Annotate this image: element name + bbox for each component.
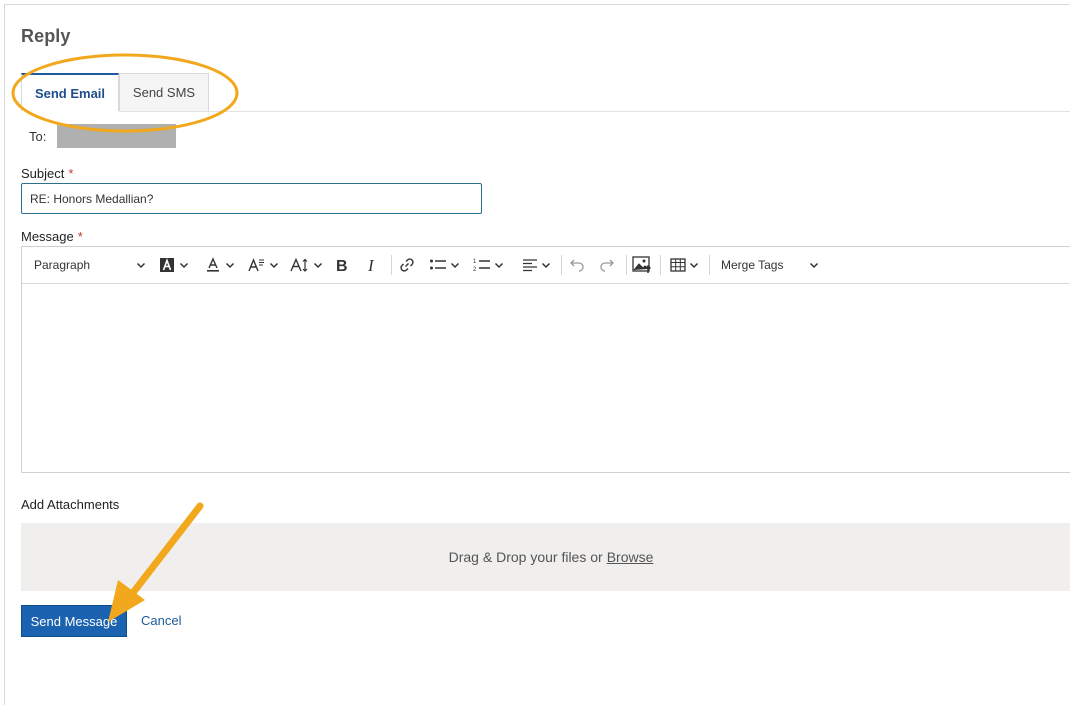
font-family-icon	[248, 258, 264, 272]
tab-bar: Send Email Send SMS	[21, 73, 209, 111]
table-button[interactable]	[670, 247, 699, 283]
font-color-icon	[207, 257, 219, 272]
page-title: Reply	[21, 26, 71, 46]
chevron-down-icon	[809, 262, 819, 269]
align-icon	[523, 259, 537, 272]
font-family-button[interactable]	[247, 247, 279, 283]
redo-button[interactable]	[599, 247, 615, 283]
toolbar-separator	[709, 255, 710, 275]
align-button[interactable]	[522, 247, 551, 283]
bold-icon: B	[336, 258, 348, 273]
chevron-down-icon	[450, 262, 460, 269]
subject-label: Subject *	[21, 166, 73, 181]
merge-tags-label: Merge Tags	[721, 258, 784, 272]
svg-text:B: B	[336, 258, 348, 273]
subject-input[interactable]	[21, 183, 482, 214]
link-icon	[400, 258, 414, 272]
message-body[interactable]	[22, 284, 1070, 473]
required-marker: *	[68, 166, 74, 181]
chevron-down-icon	[136, 262, 146, 269]
toolbar-separator	[391, 255, 392, 275]
tab-divider	[119, 111, 1070, 112]
redo-icon	[600, 259, 614, 272]
rich-text-editor: Paragraph B I 1 2 Merge Tags	[21, 246, 1070, 473]
attachments-label: Add Attachments	[21, 497, 120, 512]
browse-link[interactable]: Browse	[607, 549, 654, 565]
svg-text:I: I	[367, 257, 375, 273]
chevron-down-icon	[494, 262, 504, 269]
highlight-icon	[160, 258, 174, 272]
chevron-down-icon	[689, 262, 699, 269]
bold-button[interactable]: B	[335, 247, 349, 283]
highlight-button[interactable]	[159, 247, 189, 283]
tab-send-email[interactable]: Send Email	[21, 73, 119, 111]
numbered-list-icon: 12	[473, 259, 490, 273]
chevron-down-icon	[269, 262, 279, 269]
required-marker: *	[77, 229, 83, 244]
message-label-text: Message	[21, 229, 74, 244]
toolbar-separator	[626, 255, 627, 275]
send-message-button[interactable]: Send Message	[21, 605, 127, 637]
tab-send-sms[interactable]: Send SMS	[119, 73, 209, 111]
message-label: Message *	[21, 229, 83, 244]
bullet-list-icon	[430, 259, 446, 270]
link-button[interactable]	[399, 247, 415, 283]
insert-image-icon	[632, 256, 652, 273]
font-size-button[interactable]	[290, 247, 323, 283]
block-format-label: Paragraph	[34, 258, 91, 272]
chevron-down-icon	[313, 262, 323, 269]
chevron-down-icon	[541, 262, 551, 269]
svg-text:1: 1	[473, 259, 477, 265]
subject-label-text: Subject	[21, 166, 65, 181]
block-format-dropdown[interactable]: Paragraph	[34, 247, 146, 283]
attachment-dropzone[interactable]: Drag & Drop your files or Browse	[21, 523, 1070, 591]
undo-icon	[570, 259, 584, 272]
italic-icon: I	[367, 257, 375, 273]
to-label: To:	[29, 129, 47, 144]
merge-tags-dropdown[interactable]: Merge Tags	[721, 247, 819, 283]
svg-text:2: 2	[473, 267, 477, 273]
toolbar-separator	[660, 255, 661, 275]
italic-button[interactable]: I	[366, 247, 380, 283]
chevron-down-icon	[179, 262, 189, 269]
table-icon	[670, 258, 686, 272]
undo-button[interactable]	[569, 247, 585, 283]
cancel-link[interactable]: Cancel	[141, 613, 181, 628]
insert-image-button[interactable]	[632, 247, 652, 283]
font-color-button[interactable]	[205, 247, 235, 283]
bullet-list-button[interactable]	[429, 247, 460, 283]
editor-toolbar: Paragraph B I 1 2 Merge Tags	[22, 247, 1070, 284]
recipient-redacted	[57, 124, 176, 148]
font-size-icon	[290, 257, 308, 272]
dropzone-text: Drag & Drop your files or	[448, 549, 603, 565]
toolbar-separator	[561, 255, 562, 275]
chevron-down-icon	[225, 262, 235, 269]
numbered-list-button[interactable]: 12	[473, 247, 504, 283]
